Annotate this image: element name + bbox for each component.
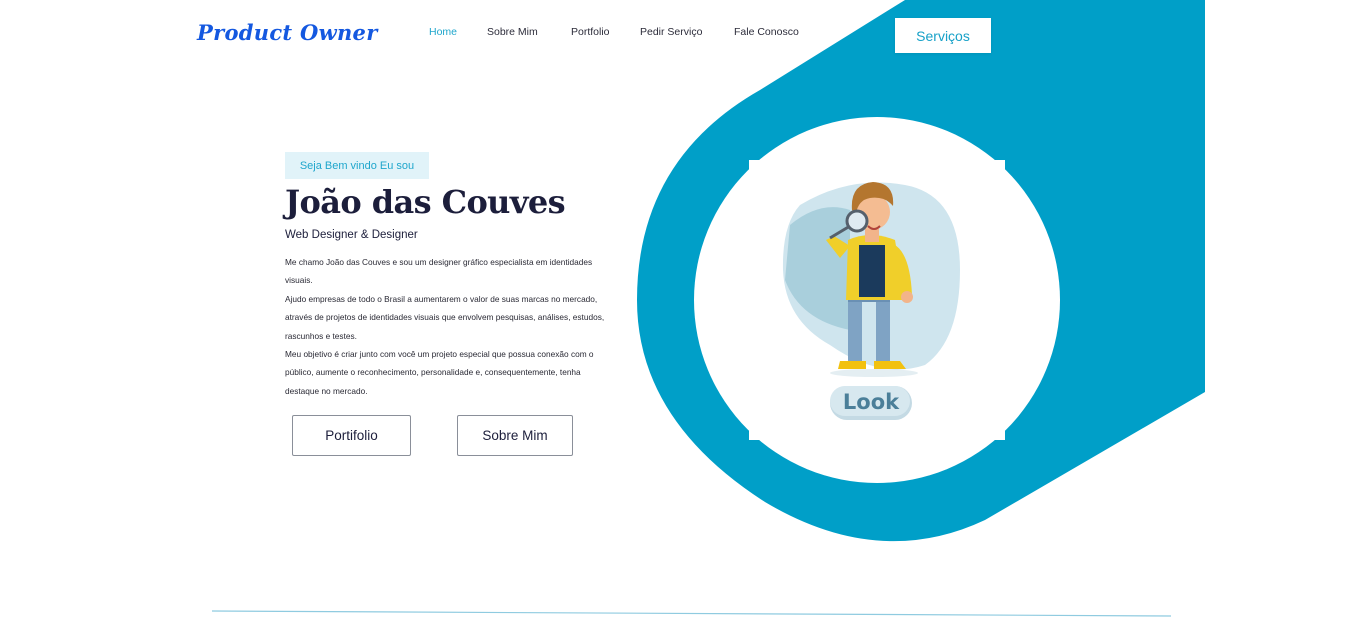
nav-fale-conosco[interactable]: Fale Conosco bbox=[734, 26, 799, 38]
site-logo[interactable]: Product Owner bbox=[197, 20, 378, 45]
hero-bio: Me chamo João das Couves e sou um design… bbox=[285, 253, 605, 400]
designer-illustration: Look bbox=[749, 160, 1005, 440]
portfolio-button[interactable]: Portifolio bbox=[292, 415, 411, 456]
nav-pedir-servico[interactable]: Pedir Serviço bbox=[640, 26, 702, 38]
nav-portfolio[interactable]: Portfolio bbox=[571, 26, 610, 38]
illustration-tag: Look bbox=[843, 390, 900, 414]
hero-role: Web Designer & Designer bbox=[285, 229, 418, 241]
bio-paragraph: Meu objetivo é criar junto com você um p… bbox=[285, 349, 594, 396]
services-button[interactable]: Serviços bbox=[895, 18, 991, 53]
nav-home[interactable]: Home bbox=[429, 26, 457, 38]
bio-paragraph: Me chamo João das Couves e sou um design… bbox=[285, 257, 593, 286]
welcome-badge: Seja Bem vindo Eu sou bbox=[285, 152, 429, 179]
bio-paragraph: Ajudo empresas de todo o Brasil a aument… bbox=[285, 293, 605, 341]
about-button[interactable]: Sobre Mim bbox=[457, 415, 573, 456]
nav-sobre-mim[interactable]: Sobre Mim bbox=[487, 26, 538, 38]
hero-name: João das Couves bbox=[285, 183, 566, 221]
